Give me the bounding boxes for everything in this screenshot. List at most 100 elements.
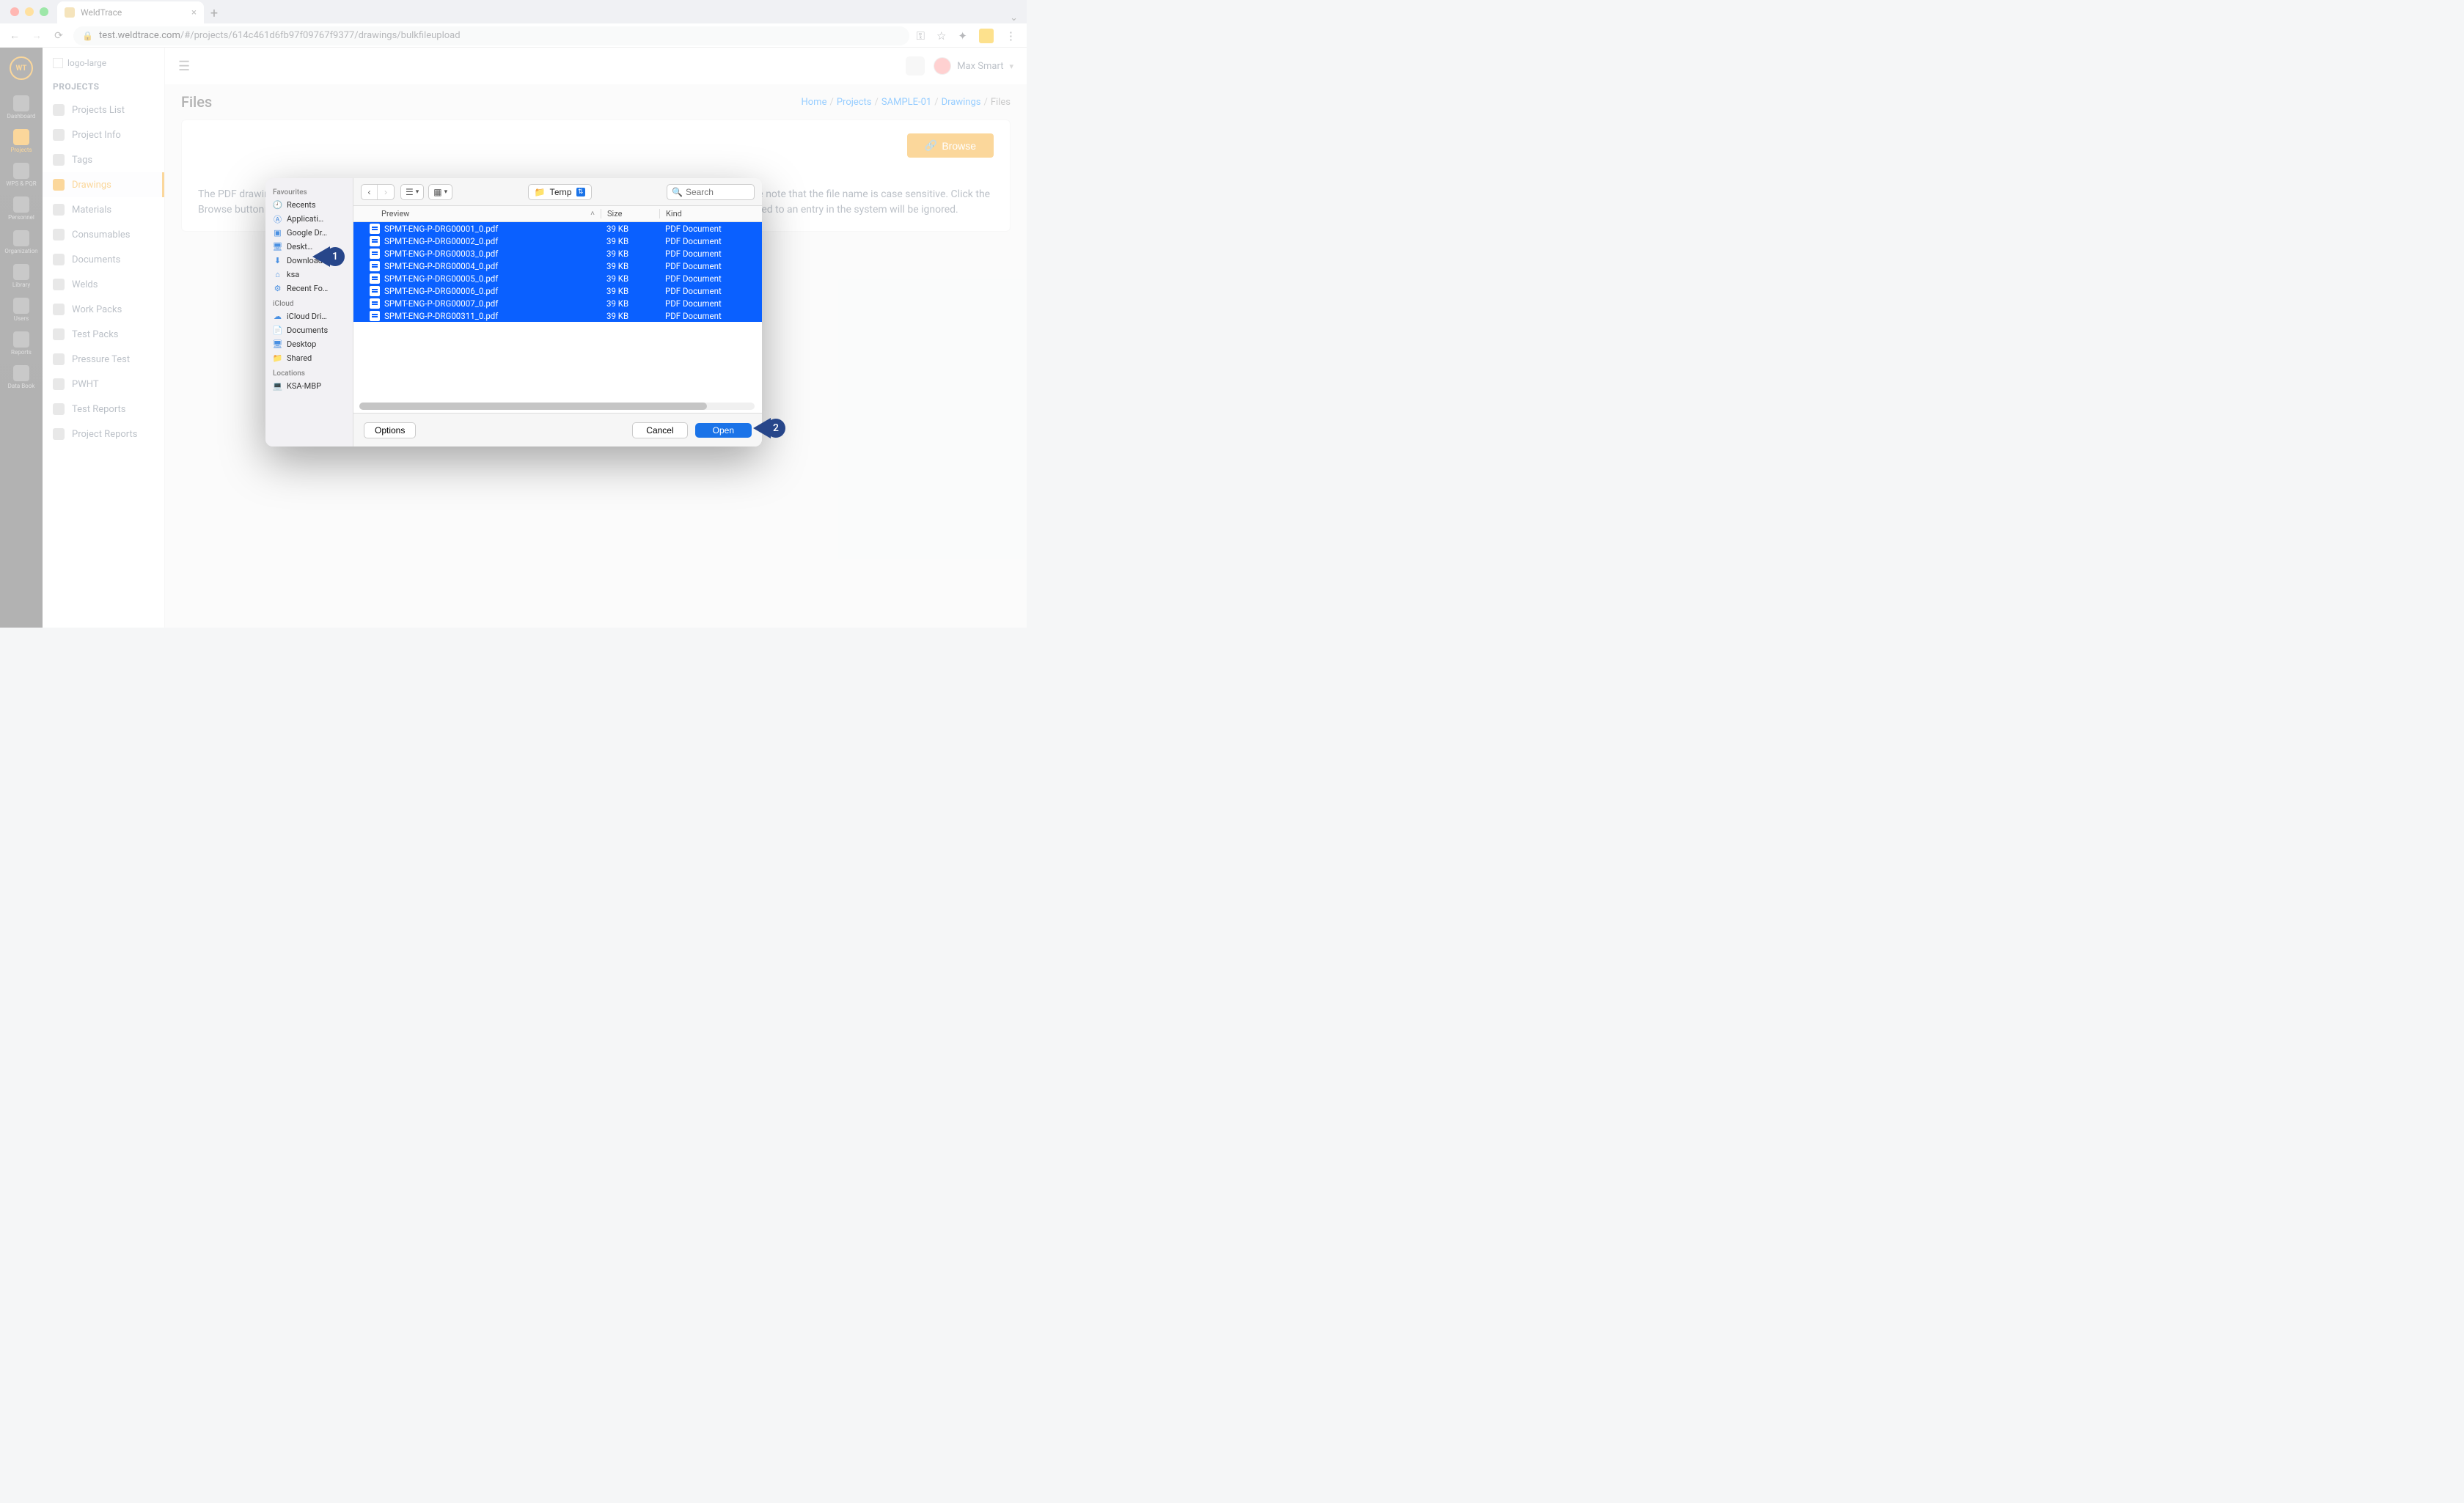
fd-sidebar-label: Shared <box>287 353 312 363</box>
fd-sidebar-item[interactable]: ⚙ Recent Fo… <box>265 282 353 295</box>
fd-sidebar-label: Recent Fo… <box>287 284 328 293</box>
file-row[interactable]: SPMT-ENG-P-DRG00004_0.pdf39 KBPDF Docume… <box>353 260 762 272</box>
fd-sidebar-label: Applicati… <box>287 214 323 224</box>
file-name: SPMT-ENG-P-DRG00005_0.pdf <box>384 273 601 284</box>
file-icon <box>370 261 380 271</box>
file-kind: PDF Document <box>659 311 762 321</box>
fd-sidebar-item[interactable]: 📄 Documents <box>265 323 353 337</box>
fd-sidebar-item[interactable]: 🕘 Recents <box>265 198 353 212</box>
file-kind: PDF Document <box>659 249 762 259</box>
file-size: 39 KB <box>601 249 659 259</box>
folder-selector[interactable]: 📁 Temp ⇅ <box>528 184 592 200</box>
file-row[interactable]: SPMT-ENG-P-DRG00006_0.pdf39 KBPDF Docume… <box>353 284 762 297</box>
search-icon: 🔍 <box>672 187 683 197</box>
file-row[interactable]: SPMT-ENG-P-DRG00003_0.pdf39 KBPDF Docume… <box>353 247 762 260</box>
file-icon <box>370 286 380 296</box>
search-input[interactable] <box>686 187 752 197</box>
fd-sidebar-item[interactable]: ▣ Google Dr… <box>265 226 353 240</box>
fd-sidebar-icon: 🕘 <box>273 200 282 210</box>
file-size: 39 KB <box>601 311 659 321</box>
fd-section-header: Favourites <box>265 184 353 198</box>
file-kind: PDF Document <box>659 261 762 271</box>
fd-sidebar-label: Desktop <box>287 339 316 349</box>
open-button[interactable]: Open <box>695 423 752 438</box>
fd-sidebar-icon: 📄 <box>273 326 282 335</box>
file-row[interactable]: SPMT-ENG-P-DRG00005_0.pdf39 KBPDF Docume… <box>353 272 762 284</box>
fd-sidebar-icon: ☁ <box>273 312 282 321</box>
file-dialog-footer: Options Cancel Open <box>353 413 762 447</box>
fd-sidebar-icon: Ⓐ <box>273 214 282 224</box>
back-nav-button[interactable]: ‹ <box>362 185 378 199</box>
fd-sidebar-icon: ⬇ <box>273 256 282 265</box>
file-kind: PDF Document <box>659 286 762 296</box>
search-field[interactable]: 🔍 <box>667 184 755 200</box>
file-name: SPMT-ENG-P-DRG00007_0.pdf <box>384 298 601 309</box>
fd-sidebar-icon: 💻 <box>273 381 282 391</box>
file-row[interactable]: SPMT-ENG-P-DRG00311_0.pdf39 KBPDF Docume… <box>353 309 762 322</box>
file-icon <box>370 249 380 259</box>
file-name: SPMT-ENG-P-DRG00001_0.pdf <box>384 224 601 234</box>
fd-sidebar-label: Documents <box>287 326 328 335</box>
file-size: 39 KB <box>601 273 659 284</box>
fd-sidebar-item[interactable]: ☁ iCloud Dri… <box>265 309 353 323</box>
fd-sidebar-item[interactable]: 🖥 Desktop <box>265 337 353 351</box>
file-row[interactable]: SPMT-ENG-P-DRG00001_0.pdf39 KBPDF Docume… <box>353 222 762 235</box>
fd-sidebar-label: iCloud Dri… <box>287 312 327 321</box>
column-kind[interactable]: Kind <box>659 209 762 218</box>
fd-sidebar-item[interactable]: 📁 Shared <box>265 351 353 365</box>
fd-sidebar-label: Deskt… <box>287 242 312 251</box>
file-icon <box>370 273 380 284</box>
fd-sidebar-label: KSA-MBP <box>287 381 321 391</box>
fd-sidebar-icon: ⌂ <box>273 270 282 279</box>
fd-section-header: iCloud <box>265 295 353 309</box>
file-dialog-main: ‹ › ☰ ▾ ▦ ▾ 📁 Temp ⇅ 🔍 Preview ˄ Size <box>353 178 762 447</box>
cancel-button[interactable]: Cancel <box>632 422 687 438</box>
options-button[interactable]: Options <box>364 422 416 438</box>
file-list: SPMT-ENG-P-DRG00001_0.pdf39 KBPDF Docume… <box>353 222 762 400</box>
callout-number: 1 <box>326 247 345 266</box>
folder-name: Temp <box>549 187 571 197</box>
callout-2: 2 <box>753 418 785 438</box>
column-name[interactable]: Preview ˄ <box>353 209 601 218</box>
file-open-dialog: Favourites 🕘 Recents Ⓐ Applicati… ▣ Google Dr…… <box>265 178 762 447</box>
fd-sidebar-label: ksa <box>287 270 299 279</box>
column-size[interactable]: Size <box>601 209 659 218</box>
fd-sidebar-icon: 📁 <box>273 353 282 363</box>
horizontal-scrollbar[interactable] <box>359 403 755 410</box>
fd-sidebar-icon: 🖥 <box>273 339 282 349</box>
list-view-button[interactable]: ☰ ▾ <box>400 184 424 200</box>
file-name: SPMT-ENG-P-DRG00003_0.pdf <box>384 249 601 259</box>
file-name: SPMT-ENG-P-DRG00004_0.pdf <box>384 261 601 271</box>
file-size: 39 KB <box>601 298 659 309</box>
fd-sidebar-item[interactable]: 💻 KSA-MBP <box>265 379 353 393</box>
fd-sidebar-icon: ▣ <box>273 228 282 238</box>
sort-caret-icon: ˄ <box>590 210 595 218</box>
folder-dropdown-icon: ⇅ <box>576 188 585 196</box>
folder-icon: 📁 <box>535 187 546 197</box>
file-row[interactable]: SPMT-ENG-P-DRG00002_0.pdf39 KBPDF Docume… <box>353 235 762 247</box>
file-icon <box>370 311 380 321</box>
fd-sidebar-icon: 🖥 <box>273 242 282 251</box>
file-size: 39 KB <box>601 261 659 271</box>
fd-sidebar-icon: ⚙ <box>273 284 282 293</box>
fd-sidebar-item[interactable]: Ⓐ Applicati… <box>265 212 353 226</box>
file-row[interactable]: SPMT-ENG-P-DRG00007_0.pdf39 KBPDF Docume… <box>353 297 762 309</box>
view-controls: ☰ ▾ ▦ ▾ <box>400 184 452 200</box>
file-icon <box>370 298 380 309</box>
file-icon <box>370 224 380 234</box>
file-kind: PDF Document <box>659 298 762 309</box>
file-size: 39 KB <box>601 224 659 234</box>
file-kind: PDF Document <box>659 224 762 234</box>
file-size: 39 KB <box>601 236 659 246</box>
fd-sidebar-label: Google Dr… <box>287 228 327 238</box>
file-dialog-sidebar: Favourites 🕘 Recents Ⓐ Applicati… ▣ Google Dr…… <box>265 178 353 447</box>
forward-nav-button: › <box>378 185 394 199</box>
fd-section-header: Locations <box>265 365 353 379</box>
file-size: 39 KB <box>601 286 659 296</box>
file-name: SPMT-ENG-P-DRG00311_0.pdf <box>384 311 601 321</box>
callout-1: 1 <box>312 246 345 267</box>
fd-sidebar-label: Recents <box>287 200 316 210</box>
grid-view-button[interactable]: ▦ ▾ <box>428 184 452 200</box>
file-kind: PDF Document <box>659 236 762 246</box>
fd-sidebar-item[interactable]: ⌂ ksa <box>265 268 353 282</box>
